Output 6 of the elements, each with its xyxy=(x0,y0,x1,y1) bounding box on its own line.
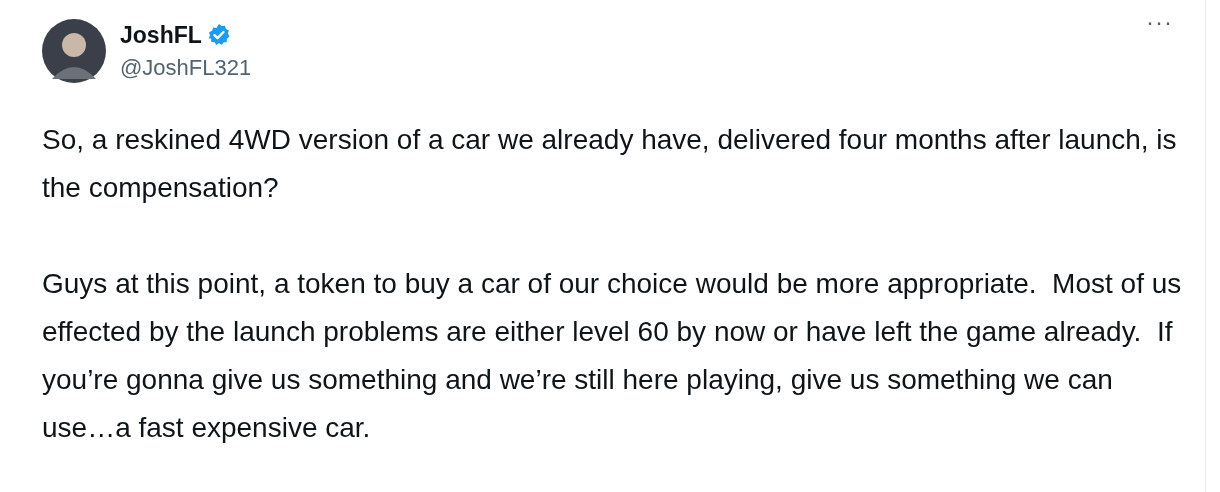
user-name[interactable]: JoshFL xyxy=(120,21,202,49)
avatar[interactable] xyxy=(42,19,106,83)
more-button[interactable]: ··· xyxy=(1146,8,1173,36)
tweet-text: So, a reskined 4WD version of a car we already have, delivered four months after launch, is the compensation? xyxy=(42,123,1178,205)
user-handle[interactable]: @JoshFL321 xyxy=(120,54,252,81)
tweet-text: Guys at this point, a token to buy a car of our choice would be more appropriate. Most of us effected by the launch problems are either level 60 by now or have left the game already. If you’re gonna give us something and we’re still here playing, give us something we can use…a fast expensive car. xyxy=(42,267,1183,445)
